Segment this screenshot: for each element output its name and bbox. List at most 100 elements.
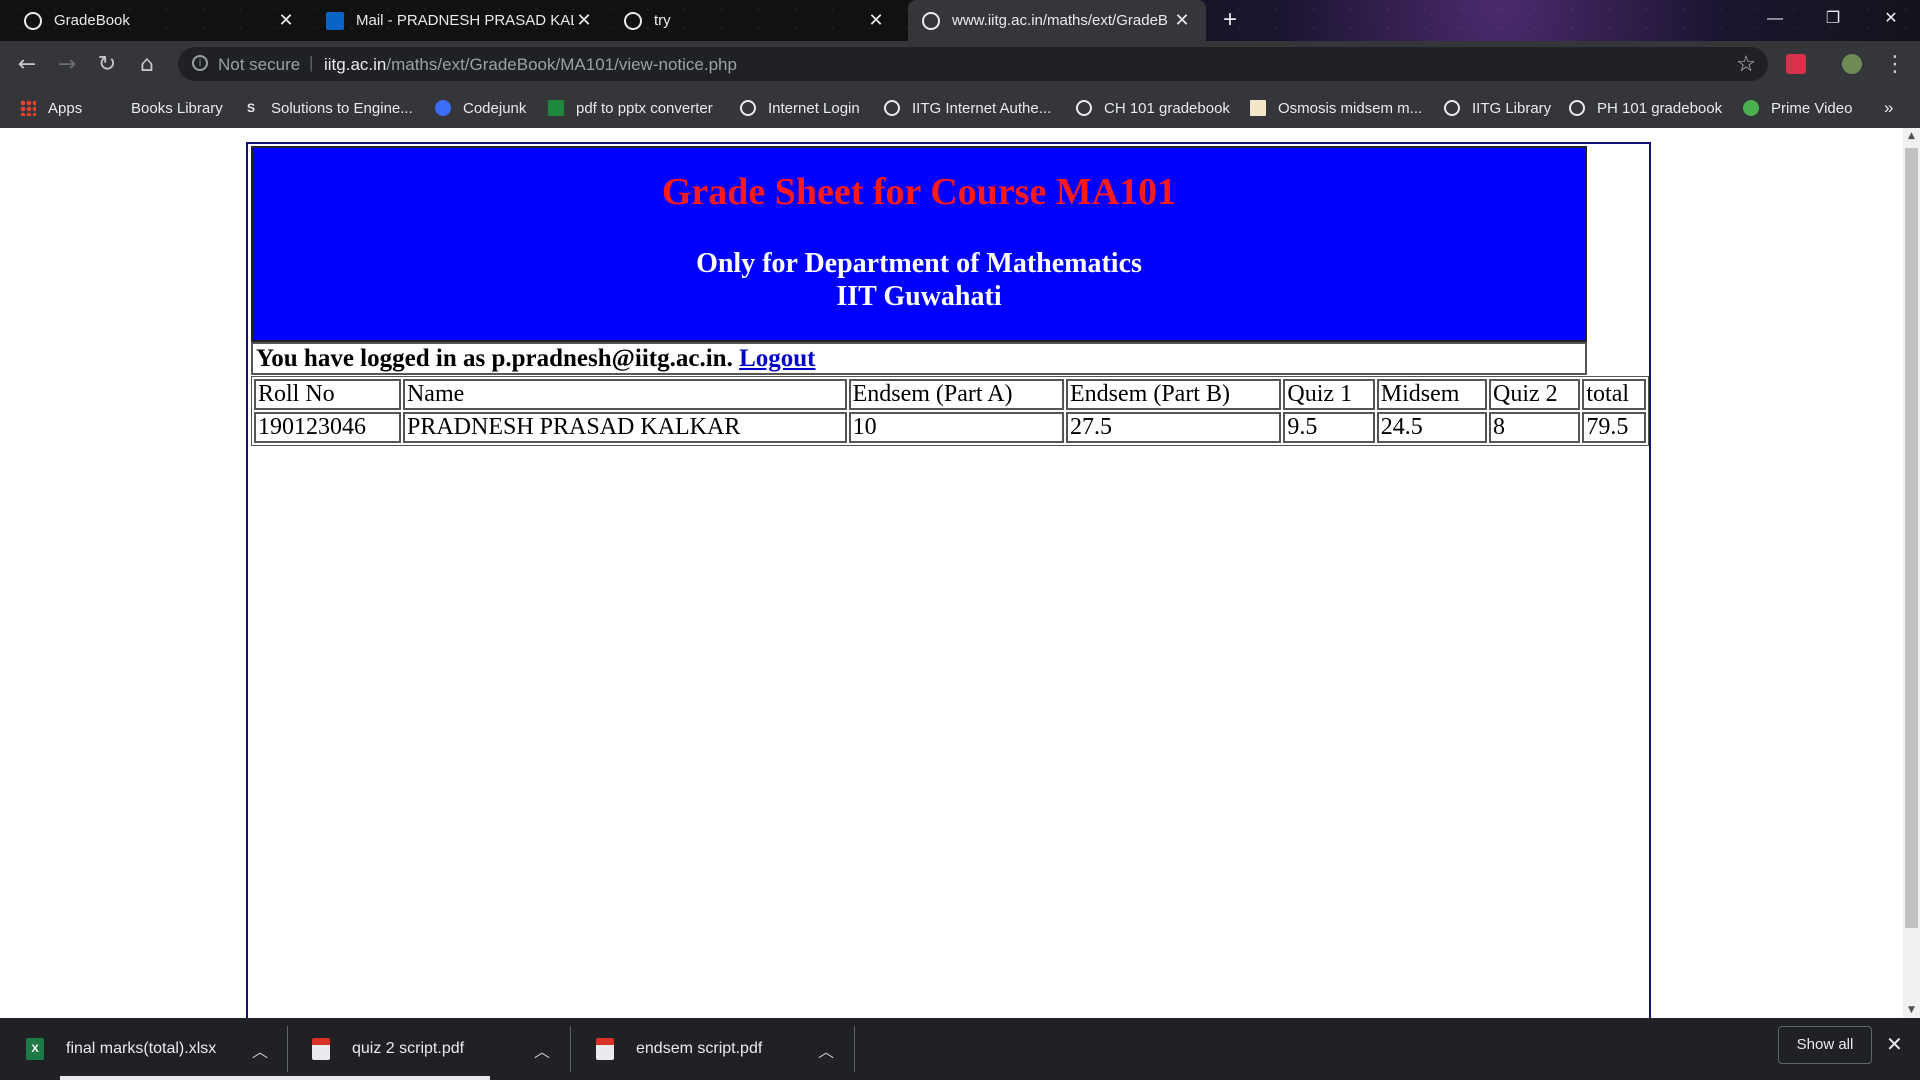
window-close-button[interactable]: ✕ <box>1862 0 1920 41</box>
pdf-file-icon <box>312 1038 330 1060</box>
browser-toolbar: ← → ↻ ⌂ i Not secure | iitg.ac.in/maths/… <box>0 41 1920 88</box>
bookmark-prime-video[interactable]: Prime Video <box>1743 88 1852 128</box>
header-quiz2: Quiz 2 <box>1489 379 1581 410</box>
divider <box>854 1026 855 1072</box>
page-viewport: Grade Sheet for Course MA101 Only for De… <box>0 128 1920 1042</box>
bookmark-osmosis-midsem[interactable]: Osmosis midsem m... <box>1250 88 1422 128</box>
scroll-down-arrow-icon[interactable]: ▼ <box>1903 1002 1920 1018</box>
tab-try[interactable]: try ✕ <box>610 0 900 41</box>
scrollbar-thumb[interactable] <box>1905 148 1918 928</box>
cell-midsem: 24.5 <box>1376 412 1488 443</box>
bookmark-codejunk[interactable]: Codejunk <box>435 88 526 128</box>
bookmark-label: pdf to pptx converter <box>576 99 713 117</box>
globe-icon <box>1569 100 1585 116</box>
bookmark-label: IITG Library <box>1472 99 1552 117</box>
header-roll-no: Roll No <box>254 379 401 410</box>
downloads-bar: X final marks(total).xlsx ︿ quiz 2 scrip… <box>0 1018 1920 1080</box>
pocket-extension-icon[interactable] <box>1786 54 1806 74</box>
document-icon <box>1250 100 1266 116</box>
url-host: iitg.ac.in <box>324 55 387 74</box>
tab-iitg-gradebook[interactable]: www.iitg.ac.in/maths/ext/GradeB ✕ <box>908 0 1206 41</box>
divider <box>570 1026 571 1072</box>
bookmark-pdf-to-pptx[interactable]: pdf to pptx converter <box>548 88 713 128</box>
new-tab-button[interactable]: + <box>1216 7 1244 35</box>
chevron-up-icon[interactable]: ︿ <box>818 1038 834 1062</box>
close-tab-icon[interactable]: ✕ <box>276 10 296 31</box>
bookmark-apps[interactable]: Apps <box>20 88 82 128</box>
globe-icon <box>740 100 756 116</box>
converter-icon <box>548 100 564 116</box>
tab-title: Mail - PRADNESH PRASAD KALK <box>356 12 574 29</box>
download-item-endsem[interactable]: endsem script.pdf ︿ <box>596 1018 854 1080</box>
header-name: Name <box>402 379 847 410</box>
back-arrow-icon[interactable]: ← <box>12 50 42 80</box>
bookmark-label: Apps <box>48 99 83 117</box>
close-tab-icon[interactable]: ✕ <box>1172 10 1192 31</box>
pdf-file-icon <box>596 1038 614 1060</box>
bookmark-label: CH 101 gradebook <box>1104 99 1230 117</box>
logout-link[interactable]: Logout <box>739 345 815 372</box>
s-logo-icon: S <box>246 101 255 115</box>
address-bar[interactable]: i Not secure | iitg.ac.in/maths/ext/Grad… <box>178 47 1768 81</box>
bookmark-iitg-library[interactable]: IITG Library <box>1444 88 1551 128</box>
header-endsem-a: Endsem (Part A) <box>848 379 1064 410</box>
bookmark-star-icon[interactable]: ☆ <box>1736 51 1756 77</box>
table-header-row: Roll No Name Endsem (Part A) Endsem (Par… <box>254 379 1646 410</box>
minimize-button[interactable]: — <box>1746 0 1804 41</box>
outlook-icon <box>326 11 344 30</box>
bookmark-label: Internet Login <box>768 99 860 117</box>
bookmark-blank-icon <box>103 100 119 116</box>
bookmark-books-library[interactable]: Books Library <box>103 88 223 128</box>
cell-roll-no: 190123046 <box>254 412 401 443</box>
header-banner: Grade Sheet for Course MA101 Only for De… <box>251 146 1587 342</box>
globe-icon <box>1076 100 1092 116</box>
download-item-xlsx[interactable]: X final marks(total).xlsx ︿ <box>26 1018 288 1080</box>
header-total: total <box>1582 379 1646 410</box>
divider <box>287 1026 288 1072</box>
prime-video-icon <box>1743 100 1759 116</box>
institute-line: IIT Guwahati <box>836 281 1002 312</box>
info-icon[interactable]: i <box>192 55 208 71</box>
bookmark-iitg-internet-auth[interactable]: IITG Internet Authe... <box>884 88 1051 128</box>
chevron-up-icon[interactable]: ︿ <box>252 1038 268 1062</box>
scroll-up-arrow-icon[interactable]: ▲ <box>1903 128 1920 144</box>
globe-icon <box>624 11 642 30</box>
url-path: /maths/ext/GradeBook/MA101/view-notice.p… <box>386 55 737 74</box>
login-status: You have logged in as p.pradnesh@iitg.ac… <box>251 342 1587 375</box>
page-frame: Grade Sheet for Course MA101 Only for De… <box>246 142 1651 1042</box>
chevron-up-icon[interactable]: ︿ <box>534 1038 550 1062</box>
department-line: Only for Department of Mathematics <box>696 248 1142 279</box>
bookmarks-overflow-button[interactable]: » <box>1884 88 1893 128</box>
cell-quiz1: 9.5 <box>1283 412 1375 443</box>
bookmark-ch101-gradebook[interactable]: CH 101 gradebook <box>1076 88 1230 128</box>
tab-gradebook[interactable]: GradeBook ✕ <box>10 0 310 41</box>
home-icon[interactable]: ⌂ <box>132 50 162 80</box>
close-tab-icon[interactable]: ✕ <box>574 10 594 31</box>
bookmark-label: Codejunk <box>463 99 527 117</box>
globe-icon <box>922 11 940 30</box>
close-tab-icon[interactable]: ✕ <box>866 10 886 31</box>
tab-mail[interactable]: Mail - PRADNESH PRASAD KALK ✕ <box>312 0 608 41</box>
cell-quiz2: 8 <box>1489 412 1581 443</box>
close-downloads-icon[interactable]: ✕ <box>1886 1032 1903 1057</box>
profile-avatar[interactable] <box>1842 54 1862 74</box>
reload-icon[interactable]: ↻ <box>92 50 122 80</box>
cell-total: 79.5 <box>1582 412 1646 443</box>
download-item-quiz2[interactable]: quiz 2 script.pdf ︿ <box>312 1018 570 1080</box>
menu-kebab-icon[interactable]: ⋮ <box>1880 50 1910 80</box>
cell-endsem-b: 27.5 <box>1066 412 1282 443</box>
bookmark-internet-login[interactable]: Internet Login <box>740 88 860 128</box>
table-row: 190123046 PRADNESH PRASAD KALKAR 10 27.5… <box>254 412 1646 443</box>
download-filename: final marks(total).xlsx <box>66 1040 217 1057</box>
restore-button[interactable]: ❐ <box>1804 0 1862 41</box>
bookmark-ph101-gradebook[interactable]: PH 101 gradebook <box>1569 88 1722 128</box>
url-text[interactable]: iitg.ac.in/maths/ext/GradeBook/MA101/vie… <box>324 55 737 75</box>
bookmark-solutions[interactable]: S Solutions to Engine... <box>243 88 413 128</box>
header-endsem-b: Endsem (Part B) <box>1066 379 1282 410</box>
bookmark-label: IITG Internet Authe... <box>912 99 1052 117</box>
tab-title: try <box>654 12 671 29</box>
bookmark-label: Solutions to Engine... <box>271 99 413 117</box>
show-all-button[interactable]: Show all <box>1778 1026 1872 1064</box>
forward-arrow-icon[interactable]: → <box>52 50 82 80</box>
page-scrollbar[interactable]: ▲ ▼ <box>1903 128 1920 1018</box>
